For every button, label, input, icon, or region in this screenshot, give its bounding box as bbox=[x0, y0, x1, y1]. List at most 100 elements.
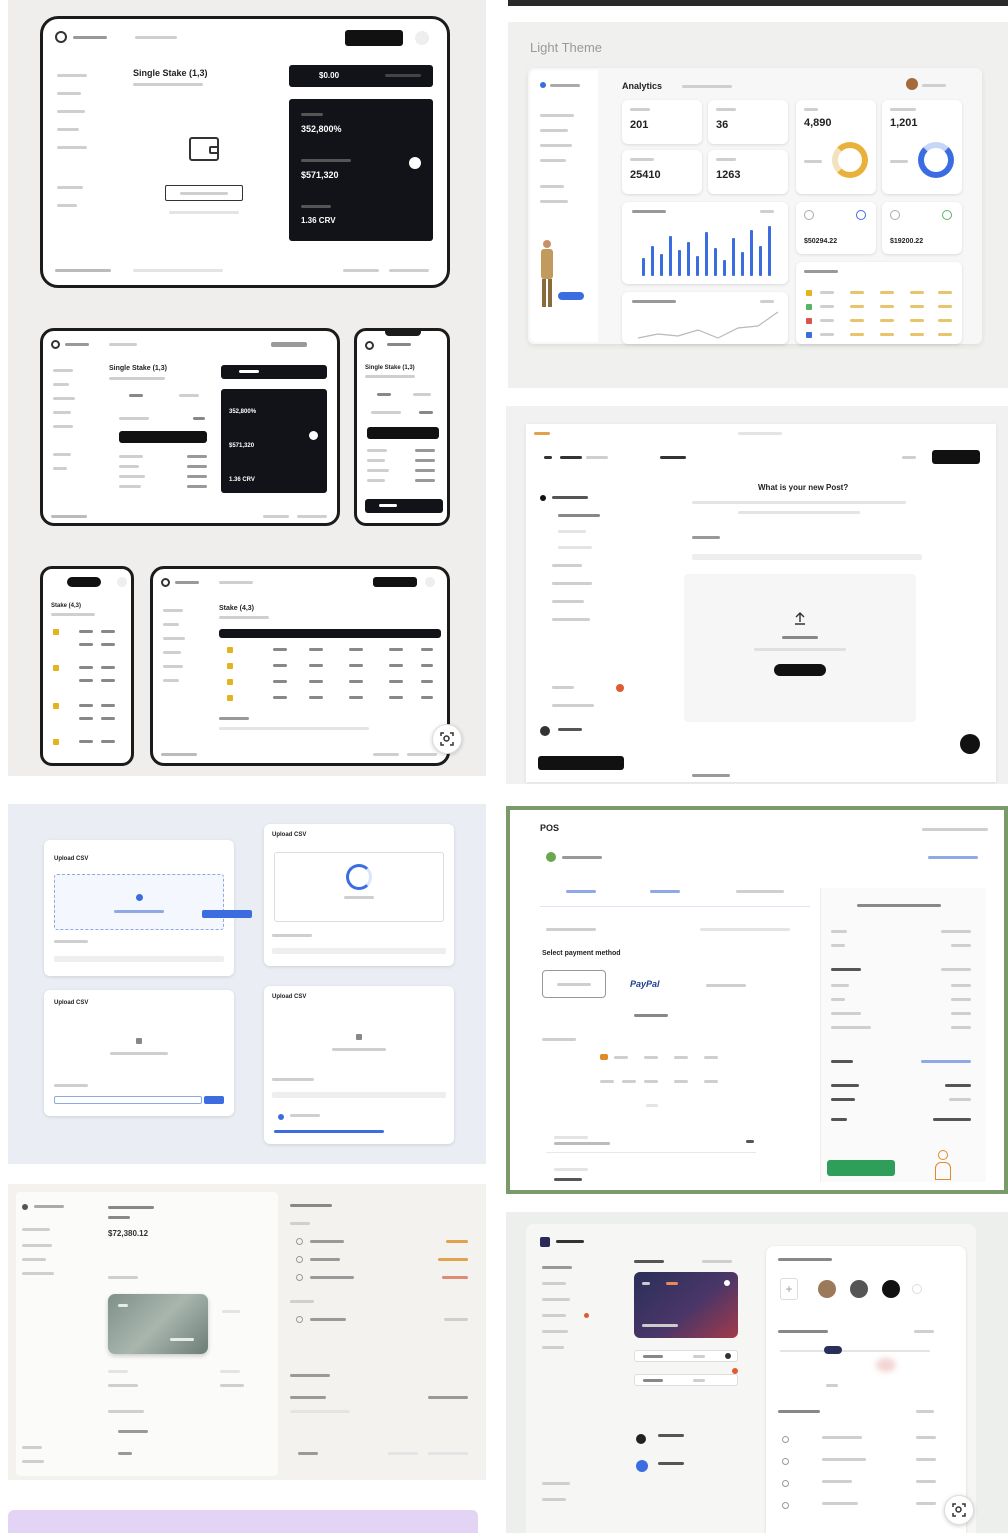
progress-ring bbox=[346, 864, 372, 890]
amount-card: $19200.22 bbox=[882, 202, 962, 254]
upload-icon bbox=[795, 612, 805, 625]
chart-bar bbox=[768, 226, 771, 276]
stake-title: Stake (4,3) bbox=[51, 603, 82, 609]
small-phone-mockup: Stake (4,3) bbox=[40, 566, 134, 766]
sidebar-action-button[interactable] bbox=[538, 756, 624, 770]
plus-icon[interactable]: + bbox=[780, 1278, 798, 1300]
contact-avatar[interactable] bbox=[850, 1280, 868, 1298]
stake-title: Stake (4,3) bbox=[219, 605, 255, 612]
tile-staking-devices[interactable]: Single Stake (1,3) $0.00 352,800% $571,3… bbox=[8, 0, 486, 776]
transactions-table bbox=[796, 262, 962, 344]
stat-card: 1263 bbox=[708, 150, 788, 194]
logo-icon bbox=[55, 31, 67, 43]
balance-amount: $72,380.12 bbox=[108, 1229, 149, 1238]
contact-avatar[interactable] bbox=[882, 1280, 900, 1298]
upload-panel: Upload CSV bbox=[264, 986, 454, 1144]
tile-analytics-dashboard[interactable]: Light Theme Analytics 201 36 25410 1263 … bbox=[508, 0, 1008, 388]
stat-value: 1,201 bbox=[890, 117, 918, 129]
stat-card: 25410 bbox=[622, 150, 702, 194]
stat-value: 25410 bbox=[630, 169, 661, 181]
balance-value: $0.00 bbox=[319, 71, 340, 80]
crypto-card[interactable] bbox=[634, 1272, 738, 1338]
wallet-icon bbox=[189, 137, 219, 161]
pay-button[interactable] bbox=[827, 1160, 895, 1176]
order-summary bbox=[820, 888, 986, 1182]
reward-value: 1.36 CRV bbox=[229, 477, 255, 483]
card-option[interactable] bbox=[542, 970, 606, 998]
phone-mockup: Single Stake (1,3) bbox=[354, 328, 450, 526]
balance-bar: $0.00 bbox=[289, 65, 433, 87]
stat-card: 36 bbox=[708, 100, 788, 144]
contact-avatar[interactable] bbox=[818, 1280, 836, 1298]
bar-chart bbox=[642, 224, 782, 276]
toggle-knob[interactable] bbox=[409, 157, 421, 169]
chart-bar bbox=[696, 256, 699, 276]
stat-value: 201 bbox=[630, 119, 649, 131]
chart-bar bbox=[651, 246, 654, 276]
balance-bar bbox=[221, 365, 327, 379]
chart-bar bbox=[669, 236, 672, 276]
tile-card-dashboard[interactable]: $72,380.12 bbox=[8, 1184, 486, 1533]
panel-title: Upload CSV bbox=[272, 832, 307, 838]
person-illustration bbox=[538, 240, 556, 308]
avatar[interactable] bbox=[906, 78, 918, 90]
analytics-title: Analytics bbox=[622, 81, 663, 91]
stake-button[interactable] bbox=[367, 427, 439, 439]
apy-value: 352,800% bbox=[229, 409, 257, 415]
avatar[interactable] bbox=[540, 726, 550, 736]
paypal-option[interactable]: PayPal bbox=[630, 980, 660, 989]
stake-button[interactable] bbox=[119, 431, 207, 443]
theme-heading: Light Theme bbox=[530, 40, 603, 55]
chart-bar bbox=[678, 250, 681, 276]
tile-upload-csv[interactable]: Upload CSV Upload CSV Upload CSV Upload … bbox=[8, 804, 486, 1164]
donut-card: 1,201 bbox=[882, 100, 962, 194]
stats-card: 352,800% $571,320 1.36 CRV bbox=[221, 389, 327, 493]
post-question: What is your new Post? bbox=[758, 483, 849, 492]
upload-panel: Upload CSV bbox=[44, 990, 234, 1116]
connect-wallet-button[interactable] bbox=[345, 30, 403, 46]
visual-search-icon[interactable] bbox=[432, 724, 462, 754]
bank-card[interactable] bbox=[108, 1294, 208, 1354]
upload-panel: Upload CSV bbox=[264, 824, 454, 966]
stake-title: Single Stake (1,3) bbox=[109, 365, 167, 372]
csv-dropzone[interactable] bbox=[54, 874, 224, 930]
tablet-mockup: Single Stake (1,3) 352,800% $571,320 1.3… bbox=[40, 328, 340, 526]
cashier-illustration bbox=[931, 1150, 955, 1180]
amount-input[interactable] bbox=[634, 1350, 738, 1362]
chart-bar bbox=[705, 232, 708, 276]
add-button[interactable] bbox=[960, 734, 980, 754]
chart-bar bbox=[732, 238, 735, 276]
currency-select[interactable] bbox=[634, 1374, 738, 1386]
chart-bar bbox=[750, 230, 753, 276]
chart-bar bbox=[687, 242, 690, 276]
apy-value: 352,800% bbox=[301, 124, 342, 134]
browse-button[interactable] bbox=[774, 664, 826, 676]
bar-chart-card bbox=[622, 202, 788, 284]
logo-icon bbox=[540, 1237, 550, 1247]
donut-chart bbox=[832, 142, 868, 178]
stake-title: Single Stake (1,3) bbox=[365, 365, 415, 371]
stat-value: 36 bbox=[716, 119, 729, 131]
panel-title: Upload CSV bbox=[54, 1000, 89, 1006]
tvl-value: $571,320 bbox=[229, 443, 255, 449]
upload-panel: Upload CSV bbox=[44, 840, 252, 976]
post-button[interactable] bbox=[932, 450, 980, 464]
line-chart-card bbox=[622, 292, 788, 344]
chart-bar bbox=[714, 248, 717, 276]
panel-title: Upload CSV bbox=[272, 994, 307, 1000]
chart-bar bbox=[660, 254, 663, 276]
line-chart bbox=[638, 311, 779, 339]
chart-bar bbox=[723, 260, 726, 276]
quick-transaction: + bbox=[766, 1246, 966, 1533]
amount-card: $50294.22 bbox=[796, 202, 876, 254]
tile-new-post[interactable]: What is your new Post? bbox=[506, 406, 1008, 784]
small-tablet-mockup: Stake (4,3) bbox=[150, 566, 450, 766]
upload-dropzone[interactable] bbox=[684, 574, 916, 722]
visual-search-icon[interactable] bbox=[944, 1495, 974, 1525]
connect-button[interactable] bbox=[165, 185, 243, 201]
stake-title: Single Stake (1,3) bbox=[133, 68, 208, 78]
tile-wallet-dashboard[interactable]: + bbox=[506, 1212, 1008, 1533]
donut-chart bbox=[918, 142, 954, 178]
stat-value: 1263 bbox=[716, 169, 741, 181]
tile-pos-payment[interactable]: POS Select payment method PayPal bbox=[506, 806, 1008, 1194]
